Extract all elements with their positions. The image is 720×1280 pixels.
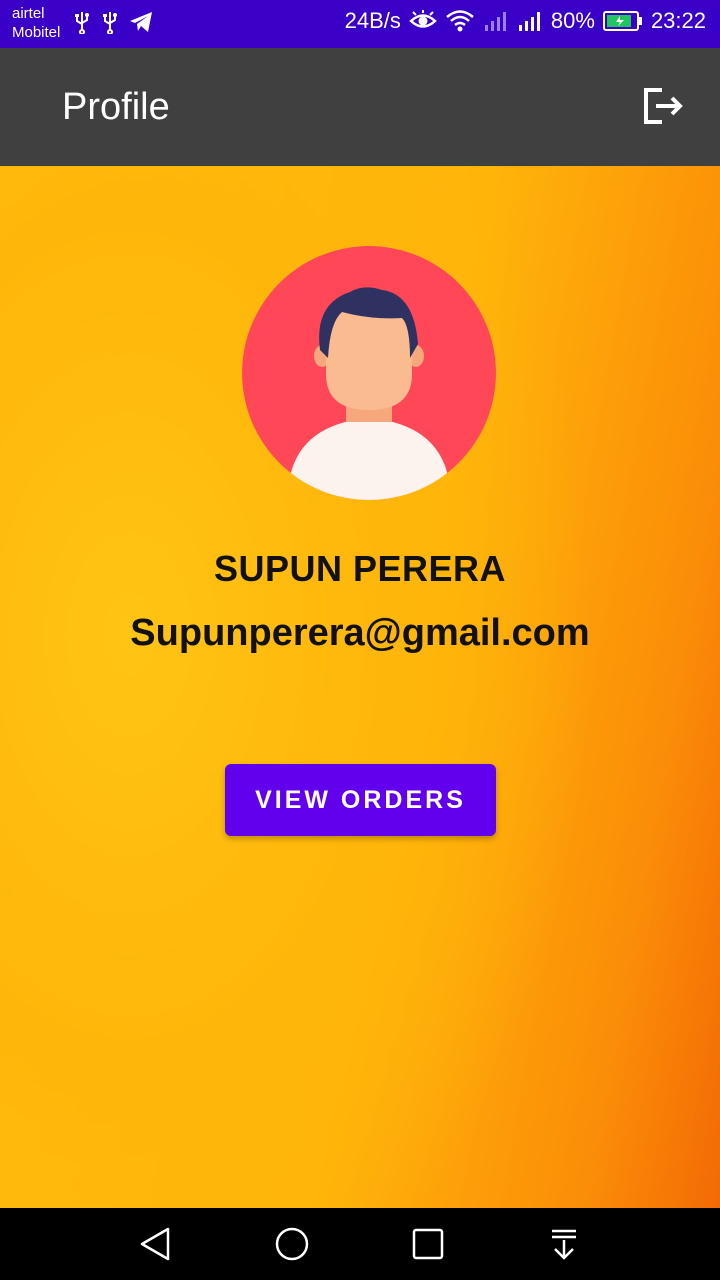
back-icon	[140, 1227, 170, 1261]
system-nav-bar	[0, 1208, 720, 1280]
carrier-1: airtel	[12, 5, 45, 22]
usb-icon	[72, 10, 92, 34]
home-button[interactable]	[274, 1226, 310, 1262]
status-bar: airtel Mobitel 24B/s 80% 23:22	[0, 0, 720, 48]
signal-icon	[517, 9, 543, 33]
status-icons-right: 24B/s 80% 23:22	[345, 8, 706, 34]
recents-button[interactable]	[410, 1226, 446, 1262]
profile-content: SUPUN PERERA Supunperera@gmail.com VIEW …	[0, 166, 720, 1208]
view-orders-button[interactable]: VIEW ORDERS	[225, 764, 496, 836]
user-email: Supunperera@gmail.com	[130, 612, 590, 654]
battery-percent: 80%	[550, 8, 595, 33]
notification-pull-button[interactable]	[546, 1226, 582, 1262]
net-speed: 24B/s	[344, 8, 401, 33]
carrier-info: airtel Mobitel	[12, 4, 60, 42]
carrier-2: Mobitel	[12, 24, 61, 41]
signal-icon	[483, 9, 509, 33]
recents-icon	[412, 1228, 444, 1260]
telegram-icon	[128, 10, 154, 34]
user-name: SUPUN PERERA	[213, 548, 507, 589]
avatar-icon	[242, 246, 496, 500]
logout-button[interactable]	[642, 86, 686, 126]
clock: 23:22	[650, 8, 706, 33]
status-icons-left	[72, 10, 154, 34]
back-button[interactable]	[138, 1226, 174, 1262]
page-title: Profile	[62, 86, 170, 128]
home-icon	[275, 1227, 309, 1261]
app-bar: Profile	[0, 48, 720, 166]
notification-pull-icon	[552, 1229, 576, 1260]
usb-icon	[100, 10, 120, 34]
avatar	[242, 246, 496, 500]
wifi-icon	[445, 9, 475, 33]
battery-icon	[602, 10, 643, 32]
logout-icon	[644, 88, 683, 124]
eye-icon	[409, 10, 437, 32]
